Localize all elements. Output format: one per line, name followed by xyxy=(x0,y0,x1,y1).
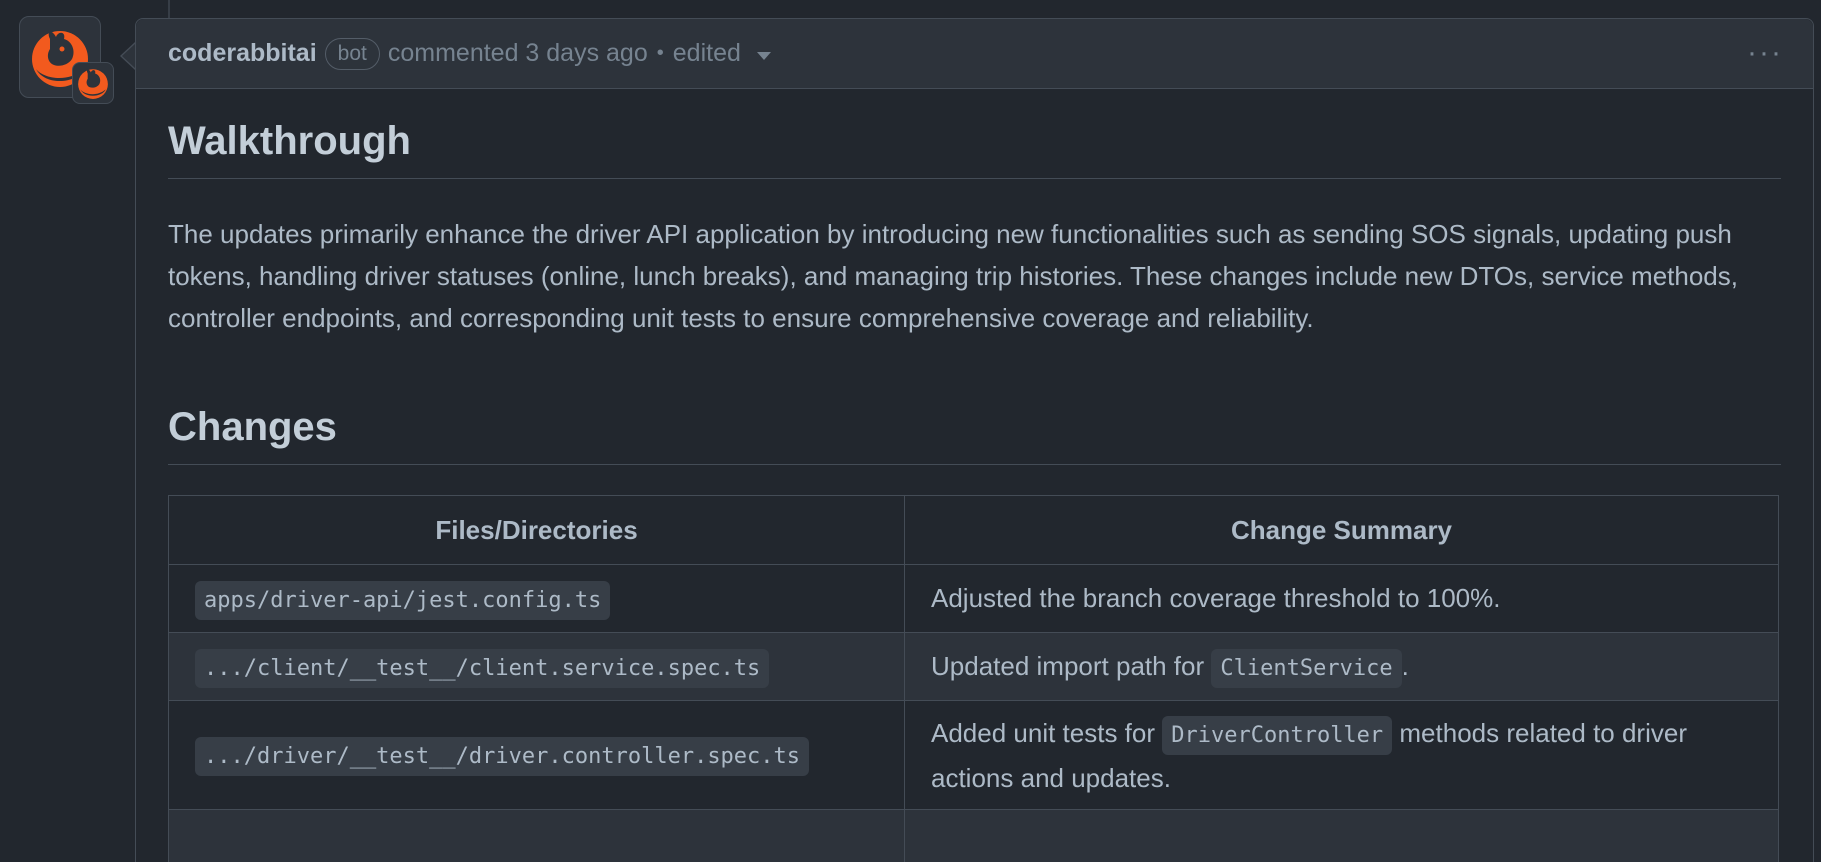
changes-table: Files/Directories Change Summary apps/dr… xyxy=(168,495,1779,862)
comment-body: Walkthrough The updates primarily enhanc… xyxy=(136,89,1813,862)
changes-heading: Changes xyxy=(168,387,1781,465)
table-row: .../driver/__test__/driver.controller.sp… xyxy=(168,700,1779,810)
comment-pointer-inner xyxy=(122,43,136,69)
summary-cell: Adjusted the branch coverage threshold t… xyxy=(904,564,1779,633)
page: coderabbitai bot commented 3 days ago • … xyxy=(0,0,1821,862)
comment-box: coderabbitai bot commented 3 days ago • … xyxy=(135,18,1814,862)
chevron-down-icon[interactable] xyxy=(756,51,771,60)
column-header-files: Files/Directories xyxy=(168,495,905,565)
file-cell: .../driver/__test__/driver.controller.sp… xyxy=(168,700,905,810)
file-cell: apps/driver-api/jest.config.ts xyxy=(168,564,905,633)
table-row: .../client/__test__/client.service.spec.… xyxy=(168,632,1779,701)
table-row xyxy=(168,809,1779,862)
comment-header: coderabbitai bot commented 3 days ago • … xyxy=(136,19,1813,89)
summary-code: DriverController xyxy=(1162,715,1393,755)
summary-cell: Added unit tests for DriverController me… xyxy=(904,700,1779,810)
summary-code: ClientService xyxy=(1211,649,1402,688)
comment-timestamp[interactable]: commented 3 days ago xyxy=(388,39,648,68)
edited-link[interactable]: edited xyxy=(673,39,741,68)
walkthrough-text: The updates primarily enhance the driver… xyxy=(168,219,1738,333)
kebab-icon[interactable]: ··· xyxy=(1747,38,1783,68)
file-path: apps/driver-api/jest.config.ts xyxy=(195,581,611,620)
file-path: .../driver/__test__/driver.controller.sp… xyxy=(195,736,810,776)
app-badge-avatar xyxy=(72,62,114,104)
summary-text-after: . xyxy=(1401,651,1409,681)
file-cell xyxy=(168,809,905,862)
author-link[interactable]: coderabbitai xyxy=(168,39,317,68)
timeline-line xyxy=(168,0,170,18)
summary-text: Added unit tests for xyxy=(931,717,1163,748)
separator-dot: • xyxy=(656,42,664,64)
column-header-summary: Change Summary xyxy=(904,495,1779,565)
summary-text: Adjusted the branch coverage threshold t… xyxy=(931,583,1501,613)
summary-cell: Updated import path for ClientService. xyxy=(904,632,1779,701)
table-row: apps/driver-api/jest.config.ts Adjusted … xyxy=(168,564,1779,633)
table-header-row: Files/Directories Change Summary xyxy=(168,495,1779,565)
rabbit-logo-icon xyxy=(78,69,108,99)
file-cell: .../client/__test__/client.service.spec.… xyxy=(168,632,905,701)
file-path: .../client/__test__/client.service.spec.… xyxy=(195,649,770,688)
walkthrough-heading: Walkthrough xyxy=(168,89,1781,179)
summary-text: Updated import path for xyxy=(931,651,1212,681)
bot-badge: bot xyxy=(324,37,380,70)
summary-cell xyxy=(904,809,1779,862)
